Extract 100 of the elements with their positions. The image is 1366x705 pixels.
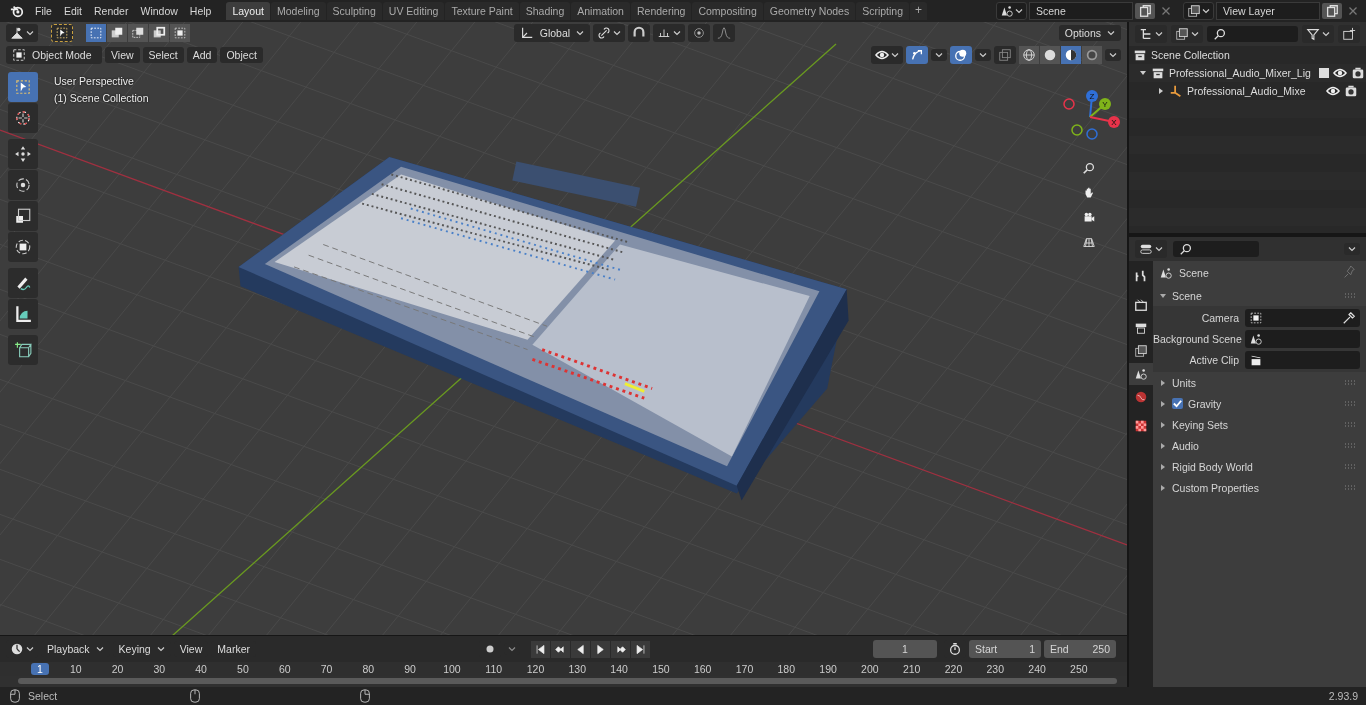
copy-button[interactable]	[1135, 3, 1155, 19]
snap-target-dropdown[interactable]	[653, 24, 686, 42]
jump-start-button[interactable]	[531, 640, 550, 658]
workspace-tab[interactable]: Layout	[226, 2, 270, 20]
workspace-tab[interactable]: Texture Paint	[445, 2, 519, 20]
mode-dropdown[interactable]: Object Mode	[6, 46, 102, 64]
eyedropper-icon[interactable]	[1342, 311, 1356, 325]
playhead-frame[interactable]: 1	[31, 663, 49, 675]
expand-arrow-icon[interactable]	[1159, 462, 1167, 471]
expand-arrow-icon[interactable]	[1139, 69, 1147, 77]
camera-icon[interactable]	[1344, 84, 1358, 98]
options-dropdown[interactable]: Options	[1058, 25, 1121, 41]
select-mode-button[interactable]	[170, 24, 190, 42]
snap-toggle[interactable]	[628, 24, 651, 42]
drag-handle-icon[interactable]	[1344, 292, 1356, 299]
editor-type-dropdown[interactable]	[1135, 25, 1167, 43]
expand-arrow-icon[interactable]	[1159, 420, 1167, 429]
play-button[interactable]	[591, 640, 610, 658]
search-field[interactable]	[1207, 26, 1298, 42]
start-frame-field[interactable]: Start 1	[969, 640, 1041, 658]
tool-button[interactable]	[8, 335, 38, 365]
workspace-tab[interactable]: Compositing	[692, 2, 763, 20]
search-field[interactable]	[1173, 241, 1259, 257]
workspace-tab[interactable]: Rendering	[630, 2, 692, 20]
display-mode-dropdown[interactable]	[1171, 25, 1203, 43]
outliner-item[interactable]: Professional_Audio_Mixe	[1187, 85, 1306, 97]
add-workspace-button[interactable]: +	[910, 2, 928, 20]
outliner-item[interactable]: Scene Collection	[1151, 49, 1230, 61]
current-frame-field[interactable]: 1	[873, 640, 937, 658]
falloff-dropdown[interactable]	[713, 24, 736, 42]
tool-button[interactable]	[8, 139, 38, 169]
options-dropdown[interactable]	[1344, 243, 1360, 255]
select-mode-button[interactable]	[107, 24, 127, 42]
menu-item[interactable]: Select	[142, 47, 184, 63]
previous-keyframe-button[interactable]	[551, 640, 570, 658]
tool-button[interactable]	[8, 299, 38, 329]
new-collection-button[interactable]	[1338, 25, 1360, 43]
tool-button[interactable]	[8, 201, 38, 231]
tool-button[interactable]	[8, 232, 38, 262]
proportional-editing-toggle[interactable]	[688, 24, 711, 42]
scene-field[interactable]: Scene	[1029, 2, 1133, 20]
gizmo-toggle[interactable]	[906, 46, 928, 64]
menu-item[interactable]: Edit	[58, 3, 87, 19]
expand-arrow-icon[interactable]	[1159, 378, 1167, 387]
panel-header[interactable]: Rigid Body World	[1172, 460, 1253, 473]
workspace-tab[interactable]: Sculpting	[326, 2, 382, 20]
next-keyframe-button[interactable]	[611, 640, 630, 658]
play-reverse-button[interactable]	[571, 640, 590, 658]
expand-arrow-icon[interactable]	[1159, 291, 1167, 300]
menu-item[interactable]: View	[105, 47, 140, 63]
select-mode-button[interactable]	[149, 24, 169, 42]
view-layer-field[interactable]: View Layer	[1216, 2, 1320, 20]
shading-mode-button[interactable]	[1040, 46, 1060, 64]
copy-button[interactable]	[1322, 3, 1342, 19]
panel-header[interactable]: Gravity	[1188, 397, 1222, 410]
menu-item[interactable]: Add	[186, 47, 218, 63]
jump-end-button[interactable]	[631, 640, 650, 658]
select-mode-button[interactable]	[86, 24, 106, 42]
eye-icon[interactable]	[1326, 84, 1340, 98]
drag-handle-icon[interactable]	[1344, 421, 1356, 428]
workspace-tab[interactable]: Scripting	[856, 2, 909, 20]
overlays-dropdown[interactable]	[975, 49, 991, 61]
select-mode-button[interactable]	[128, 24, 148, 42]
view-layer-dropdown[interactable]	[1183, 2, 1214, 20]
expand-arrow-icon[interactable]	[1157, 87, 1165, 95]
shading-mode-button[interactable]	[1061, 46, 1081, 64]
editor-type-dropdown[interactable]	[1135, 240, 1167, 258]
end-frame-field[interactable]: End 250	[1044, 640, 1116, 658]
object-field[interactable]	[1245, 309, 1360, 327]
drag-handle-icon[interactable]	[1344, 442, 1356, 449]
overlays-toggle[interactable]	[950, 46, 972, 64]
workspace-tab[interactable]: Geometry Nodes	[763, 2, 856, 20]
panel-header[interactable]: Audio	[1172, 439, 1199, 452]
scene-type-dropdown[interactable]	[996, 2, 1027, 20]
menu-item[interactable]: File	[30, 3, 57, 19]
workspace-tab[interactable]: UV Editing	[382, 2, 445, 20]
menu-item[interactable]: Window	[135, 3, 183, 19]
panel-header[interactable]: Custom Properties	[1172, 481, 1259, 494]
properties-tab[interactable]	[1129, 363, 1153, 385]
menu-item[interactable]: Render	[89, 3, 134, 19]
editor-type-dropdown[interactable]	[6, 24, 38, 42]
shading-dropdown[interactable]	[1105, 49, 1121, 61]
visibility-dropdown[interactable]	[871, 46, 903, 64]
workspace-tab[interactable]: Shading	[519, 2, 571, 20]
filter-dropdown[interactable]	[1302, 25, 1334, 43]
menu-item[interactable]: Object	[220, 47, 263, 63]
drag-handle-icon[interactable]	[1344, 400, 1356, 407]
outliner-item[interactable]: Professional_Audio_Mixer_Lig	[1169, 67, 1311, 79]
workspace-tab[interactable]: Modeling	[270, 2, 326, 20]
orientation-dropdown[interactable]: Global	[513, 24, 591, 42]
tool-button[interactable]	[8, 268, 38, 298]
panel-header[interactable]: Units	[1172, 376, 1196, 389]
checkbox[interactable]	[1318, 68, 1329, 78]
gizmo-dropdown[interactable]	[931, 49, 947, 61]
eye-icon[interactable]	[1332, 66, 1347, 80]
drag-handle-icon[interactable]	[1344, 484, 1356, 491]
scrollbar[interactable]	[18, 678, 1117, 684]
expand-arrow-icon[interactable]	[1159, 441, 1167, 450]
menu-item[interactable]: Help	[184, 3, 217, 19]
object-field[interactable]	[1245, 351, 1360, 369]
